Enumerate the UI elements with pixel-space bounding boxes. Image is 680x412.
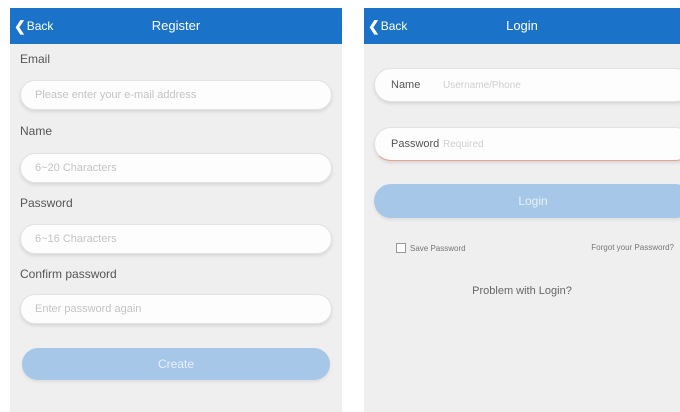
register-title: Register <box>151 18 201 33</box>
login-button[interactable]: Login <box>374 184 680 218</box>
login-topbar: ❮ Back Login <box>364 8 680 44</box>
password-input[interactable] <box>33 232 319 246</box>
login-screen: ❮ Back Login Name Password Login Save Pa… <box>364 8 680 412</box>
name-input[interactable] <box>33 161 319 175</box>
password-field[interactable] <box>20 224 332 254</box>
problem-with-login-link[interactable]: Problem with Login? <box>364 285 680 297</box>
confirm-password-field[interactable] <box>20 294 332 324</box>
password-label: Password <box>20 196 73 210</box>
confirm-password-label: Confirm password <box>20 267 117 281</box>
confirm-password-input[interactable] <box>33 302 319 316</box>
email-input[interactable] <box>33 88 319 102</box>
register-screen: ❮ Back Register Email Name Password Conf… <box>10 8 342 412</box>
name-label: Name <box>20 124 53 138</box>
create-button[interactable]: Create <box>22 348 330 380</box>
login-password-label: Password <box>391 138 440 150</box>
login-password-field[interactable]: Password <box>374 127 680 161</box>
login-title: Login <box>506 18 538 33</box>
forgot-password-link[interactable]: Forgot your Password? <box>591 243 674 252</box>
email-field[interactable] <box>20 80 332 110</box>
login-name-label: Name <box>391 79 421 91</box>
register-topbar: ❮ Back Register <box>10 8 342 44</box>
save-password-toggle[interactable]: Save Password <box>396 243 466 253</box>
login-name-field[interactable]: Name <box>374 68 680 102</box>
checkbox-icon[interactable] <box>396 243 406 253</box>
save-password-label: Save Password <box>410 243 466 253</box>
name-field[interactable] <box>20 153 332 183</box>
email-label: Email <box>20 52 51 66</box>
login-name-input[interactable] <box>441 78 680 92</box>
login-password-input[interactable] <box>441 137 680 151</box>
